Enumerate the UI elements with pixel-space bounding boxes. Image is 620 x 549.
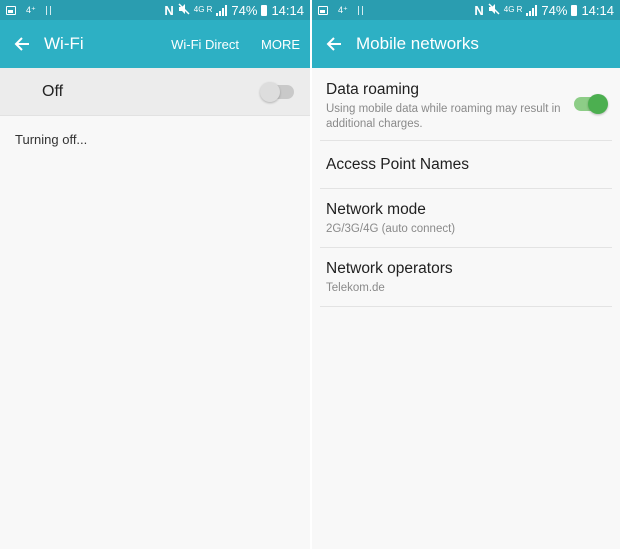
clock: 14:14 [271,2,304,18]
page-title: Wi-Fi [44,34,84,53]
access-point-names-title: Access Point Names [326,155,469,173]
network-operators-summary: Telekom.de [326,282,385,294]
network-operators-item[interactable]: Network operators Telekom.de [320,248,612,307]
data-roaming-title: Data roaming [326,81,420,98]
network-mode-summary: 2G/3G/4G (auto connect) [326,223,456,235]
mobile-networks-toolbar: Mobile networks [312,20,620,68]
data-roaming-toggle[interactable] [574,94,608,114]
wifi-status-text: Turning off... [15,132,88,147]
wifi-screen: 4⁺ N 4G R 74% 14:14 Wi-Fi Wi-Fi Direct M… [0,0,310,549]
nfc-icon: N [164,2,174,18]
network-type-label: 4G R [193,5,213,14]
status-left-text: 4⁺ [338,4,348,15]
nfc-icon: N [474,2,484,18]
battery-percent: 74% [541,2,568,18]
access-point-names-item[interactable]: Access Point Names [320,141,612,189]
wifi-toolbar: Wi-Fi Wi-Fi Direct MORE [0,20,310,68]
pause-notification-icon [357,5,363,15]
back-arrow-icon[interactable] [324,34,344,54]
data-roaming-item[interactable]: Data roaming Using mobile data while roa… [320,68,612,141]
network-mode-title: Network mode [326,201,426,218]
wifi-direct-button[interactable]: Wi-Fi Direct [171,37,239,52]
mobile-networks-screen: 4⁺ N 4G R 74% 14:14 Mobile networks Data… [312,0,620,549]
image-notification-icon [6,5,16,15]
status-bar: 4⁺ N 4G R 74% 14:14 [312,0,620,20]
settings-list: Data roaming Using mobile data while roa… [320,68,612,307]
network-operators-title: Network operators [326,260,453,277]
network-type-label: 4G R [503,5,523,14]
status-bar: 4⁺ N 4G R 74% 14:14 [0,0,310,20]
status-left-text: 4⁺ [26,4,36,15]
network-mode-item[interactable]: Network mode 2G/3G/4G (auto connect) [320,189,612,248]
page-title: Mobile networks [356,34,479,53]
data-roaming-summary: Using mobile data while roaming may resu… [326,103,561,130]
battery-icon [571,4,578,16]
toggle-knob [588,94,608,114]
battery-percent: 74% [231,2,258,18]
clock: 14:14 [581,2,614,18]
back-arrow-icon[interactable] [12,34,32,54]
signal-icon [526,4,538,16]
wifi-toggle[interactable] [260,81,294,102]
pause-notification-icon [45,5,51,15]
battery-icon [261,4,268,16]
mute-icon [488,2,500,18]
wifi-switch-label: Off [42,82,64,100]
toggle-knob [260,81,280,102]
mute-icon [178,2,190,18]
signal-icon [216,4,228,16]
more-button[interactable]: MORE [261,37,300,52]
wifi-master-switch-row[interactable]: Off [0,68,310,116]
image-notification-icon [318,5,328,15]
